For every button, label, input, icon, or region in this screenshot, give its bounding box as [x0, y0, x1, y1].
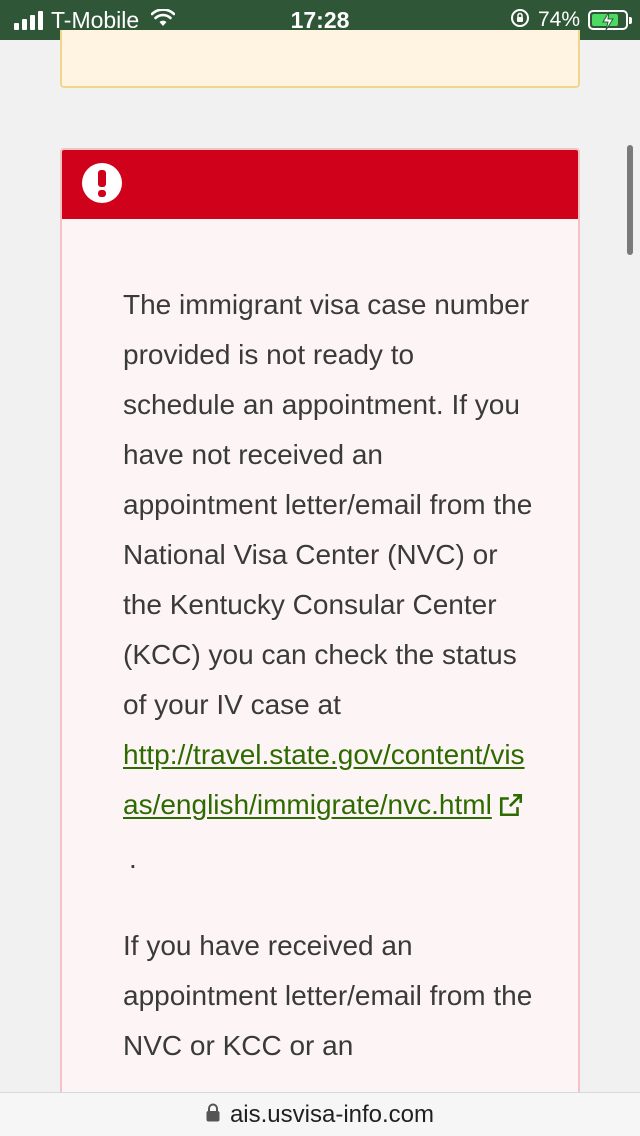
- exclamation-icon: [82, 163, 122, 203]
- alert-header: [62, 150, 578, 219]
- external-link-icon[interactable]: [498, 784, 524, 834]
- link-period: .: [129, 843, 137, 874]
- alert-message: The immigrant visa case number provided …: [123, 280, 533, 1071]
- address-bar[interactable]: ais.usvisa-info.com: [0, 1092, 640, 1136]
- previous-alert-box: [60, 30, 580, 88]
- url-text[interactable]: ais.usvisa-info.com: [230, 1101, 434, 1129]
- orientation-lock-icon: [510, 8, 530, 33]
- alert-paragraph-1-text: The immigrant visa case number provided …: [123, 289, 533, 720]
- error-alert: The immigrant visa case number provided …: [60, 148, 580, 1108]
- battery-charging-icon: [588, 10, 632, 31]
- battery-percentage: 74%: [537, 8, 580, 31]
- lock-icon: [206, 1103, 220, 1127]
- alert-paragraph-1: The immigrant visa case number provided …: [123, 280, 533, 884]
- scrollbar[interactable]: [627, 145, 633, 255]
- alert-paragraph-2: If you have received an appointment lett…: [123, 930, 533, 1061]
- nvc-status-link[interactable]: http://travel.state.gov/content/visas/en…: [123, 739, 525, 820]
